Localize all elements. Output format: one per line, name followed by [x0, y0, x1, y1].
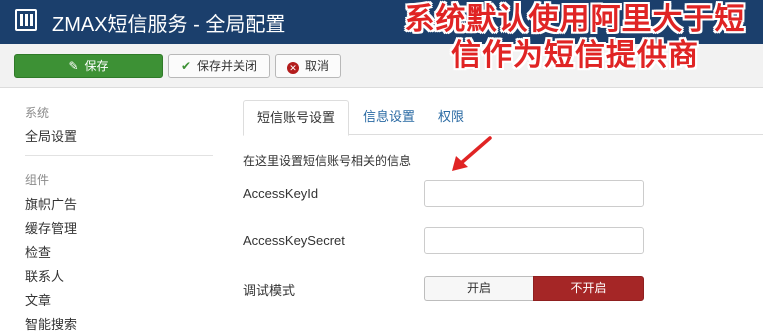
check-icon: ✔ [180, 59, 192, 73]
debug-off-option[interactable]: 不开启 [533, 276, 644, 301]
access-key-id-label: AccessKeyId [243, 186, 319, 201]
sidebar-item-smart-search[interactable]: 智能搜索 [25, 314, 77, 331]
access-key-secret-label: AccessKeySecret [243, 233, 345, 248]
sidebar-item-cache[interactable]: 缓存管理 [25, 218, 77, 237]
sidebar-item-contacts[interactable]: 联系人 [25, 266, 64, 285]
debug-mode-label: 调试模式 [243, 283, 296, 298]
sidebar-heading-system: 系统 [25, 106, 50, 120]
page-title: ZMAX短信服务 - 全局配置 [52, 14, 286, 36]
edit-icon: ✎ [68, 59, 79, 73]
cancel-circle-icon: ✕ [286, 62, 299, 74]
sidebar: 系统 全局设置 组件 旗帜广告 缓存管理 检查 联系人 文章 智能搜索 [0, 88, 215, 331]
debug-mode-toggle: 开启 不开启 [424, 276, 644, 301]
cancel-button-label: 取消 [304, 59, 329, 73]
tab-permissions[interactable]: 权限 [431, 100, 471, 135]
sidebar-item-global-settings[interactable]: 全局设置 [25, 126, 77, 145]
access-key-secret-input[interactable] [424, 227, 644, 254]
sidebar-divider [25, 155, 213, 156]
sidebar-item-banners[interactable]: 旗帜广告 [25, 194, 77, 213]
sidebar-item-check[interactable]: 检查 [25, 242, 51, 261]
tab-message-settings[interactable]: 信息设置 [355, 100, 423, 135]
save-button-label: 保存 [84, 59, 109, 73]
save-button[interactable]: ✎ 保存 [14, 54, 163, 78]
save-and-close-label: 保存并关闭 [197, 59, 258, 73]
settings-tabs: 短信账号设置 信息设置 权限 [243, 100, 763, 136]
form-description: 在这里设置短信账号相关的信息 [243, 154, 412, 168]
sidebar-heading-components: 组件 [25, 173, 50, 187]
joomla-grid-icon [15, 9, 37, 31]
sidebar-item-articles[interactable]: 文章 [25, 290, 51, 309]
debug-on-option[interactable]: 开启 [424, 276, 533, 301]
access-key-id-input[interactable] [424, 180, 644, 207]
save-and-close-button[interactable]: ✔ 保存并关闭 [168, 54, 270, 78]
annotation-text: 系统默认使用阿里大于短信作为短信提供商 [404, 2, 746, 73]
annotation-arrow-icon [452, 136, 492, 171]
tab-sms-account[interactable]: 短信账号设置 [243, 100, 349, 136]
cancel-button[interactable]: ✕ 取消 [275, 54, 341, 78]
